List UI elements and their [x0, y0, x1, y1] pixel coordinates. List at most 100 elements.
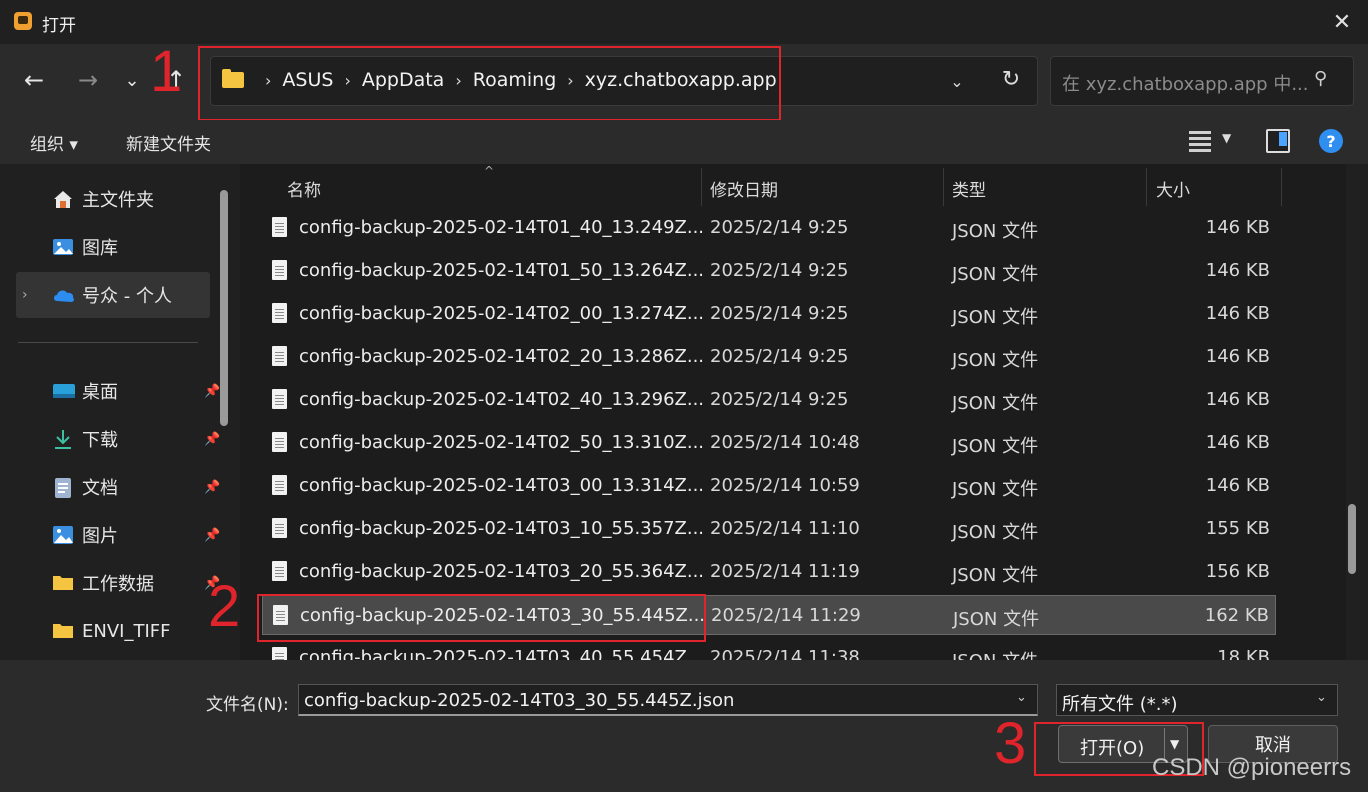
view-options-icon[interactable]	[1186, 128, 1214, 154]
file-list-scrollbar[interactable]	[1348, 504, 1356, 574]
file-size: 146 KB	[1205, 217, 1270, 238]
preview-pane-icon[interactable]	[1266, 129, 1290, 153]
sidebar-item-envi-tiff[interactable]: ENVI_TIFF	[16, 609, 210, 653]
help-button[interactable]: ?	[1319, 129, 1343, 153]
file-row[interactable]: config-backup-2025-02-14T02_50_13.310Z..…	[262, 423, 1276, 463]
new-folder-button[interactable]: 新建文件夹	[126, 130, 211, 155]
file-date: 2025/2/14 11:10	[710, 518, 860, 539]
file-row[interactable]: config-backup-2025-02-14T02_20_13.286Z..…	[262, 337, 1276, 377]
file-row[interactable]: config-backup-2025-02-14T02_00_13.274Z..…	[262, 294, 1276, 334]
file-name: config-backup-2025-02-14T03_10_55.357Z..…	[299, 518, 705, 539]
sidebar-item-label: 图库	[82, 238, 118, 259]
watermark: CSDN @pioneerrs	[1152, 754, 1352, 781]
sidebar-item-onedrive[interactable]: › 号众 - 个人	[16, 272, 210, 318]
folder-icon	[52, 573, 74, 593]
file-name: config-backup-2025-02-14T03_20_55.364Z..…	[299, 561, 705, 582]
file-icon	[272, 518, 287, 538]
search-icon[interactable]: ⚲	[1314, 68, 1327, 89]
file-row[interactable]: config-backup-2025-02-14T03_20_55.364Z..…	[262, 552, 1276, 592]
app-icon	[14, 12, 32, 30]
recent-locations-button[interactable]: ⌄	[114, 62, 150, 98]
pin-icon[interactable]: 📌	[204, 432, 220, 447]
file-date: 2025/2/14 11:29	[711, 605, 861, 626]
file-row[interactable]: config-backup-2025-02-14T03_00_13.314Z..…	[262, 466, 1276, 506]
column-divider[interactable]	[1146, 168, 1147, 206]
file-row[interactable]: config-backup-2025-02-14T01_40_13.249Z..…	[262, 208, 1276, 248]
column-header-type[interactable]: 类型	[952, 176, 986, 201]
file-row[interactable]: config-backup-2025-02-14T01_50_13.264Z..…	[262, 251, 1276, 291]
file-name: config-backup-2025-02-14T02_20_13.286Z..…	[299, 346, 705, 367]
sidebar-item-label: 下载	[82, 430, 118, 451]
file-icon	[272, 260, 287, 280]
column-divider[interactable]	[943, 168, 944, 206]
chevron-right-icon[interactable]: ›	[22, 287, 28, 303]
chevron-down-icon[interactable]: ⌄	[1016, 690, 1027, 705]
column-header-size[interactable]: 大小	[1156, 176, 1190, 201]
file-size: 146 KB	[1205, 303, 1270, 324]
file-icon	[272, 475, 287, 495]
file-row[interactable]: config-backup-2025-02-14T02_40_13.296Z..…	[262, 380, 1276, 420]
onedrive-icon	[52, 285, 75, 305]
sort-icon: ^	[484, 164, 495, 178]
file-date: 2025/2/14 9:25	[710, 389, 849, 410]
file-date: 2025/2/14 11:19	[710, 561, 860, 582]
annotation-number-3: 3	[994, 711, 1027, 776]
file-name: config-backup-2025-02-14T03_00_13.314Z..…	[299, 475, 705, 496]
file-type: JSON 文件	[952, 393, 1039, 414]
chevron-down-icon[interactable]: ⌄	[1316, 690, 1327, 705]
sidebar-item-work-data[interactable]: 工作数据 📌	[16, 561, 220, 605]
organize-button[interactable]: 组织 ▾	[30, 130, 78, 155]
file-type: JSON 文件	[952, 264, 1039, 285]
sidebar-item-pictures[interactable]: 图片 📌	[16, 513, 220, 557]
sidebar-item-home[interactable]: 主文件夹	[16, 177, 210, 221]
file-type: JSON 文件	[952, 647, 1038, 660]
file-type: JSON 文件	[952, 350, 1039, 371]
annotation-number-2: 2	[208, 574, 241, 639]
filename-value[interactable]: config-backup-2025-02-14T03_30_55.445Z.j…	[304, 690, 734, 711]
column-header-date[interactable]: 修改日期	[710, 176, 778, 201]
refresh-button[interactable]: ↻	[996, 64, 1026, 94]
forward-button[interactable]: →	[70, 62, 106, 98]
file-size: 146 KB	[1205, 346, 1270, 367]
file-size: 146 KB	[1205, 389, 1270, 410]
caret-down-icon[interactable]: ▼	[1222, 131, 1231, 145]
file-icon	[272, 217, 287, 237]
file-size: 156 KB	[1205, 561, 1270, 582]
divider	[18, 342, 198, 343]
sidebar-item-documents[interactable]: 文档 📌	[16, 465, 220, 509]
file-type: JSON 文件	[952, 307, 1039, 328]
sidebar-scrollbar[interactable]	[220, 190, 228, 426]
sidebar-item-gallery[interactable]: 图库	[16, 225, 210, 269]
filetype-value: 所有文件 (*.*)	[1062, 694, 1178, 715]
file-type: JSON 文件	[953, 609, 1040, 630]
column-header-name[interactable]: 名称	[287, 176, 321, 201]
column-divider[interactable]	[1281, 168, 1282, 206]
sidebar-item-label: 号众 - 个人	[82, 286, 172, 307]
file-date: 2025/2/14 9:25	[710, 346, 849, 367]
title-bar	[0, 0, 1368, 44]
folder-icon	[52, 621, 74, 641]
sidebar-item-label: ENVI_TIFF	[82, 620, 171, 642]
pin-icon[interactable]: 📌	[204, 384, 220, 399]
file-icon	[272, 432, 287, 452]
column-divider[interactable]	[701, 168, 702, 206]
close-button[interactable]: ✕	[1320, 4, 1364, 40]
file-name: config-backup-2025-02-14T02_00_13.274Z..…	[299, 303, 705, 324]
file-icon	[272, 389, 287, 409]
file-size: 155 KB	[1205, 518, 1270, 539]
pin-icon[interactable]: 📌	[204, 528, 220, 543]
chevron-down-icon[interactable]: ⌄	[942, 66, 972, 96]
file-size: 146 KB	[1205, 260, 1270, 281]
back-button[interactable]: ←	[16, 62, 52, 98]
filename-label: 文件名(N):	[206, 695, 289, 715]
file-row[interactable]: config-backup-2025-02-14T03_10_55.357Z..…	[262, 509, 1276, 549]
pictures-icon	[52, 525, 74, 545]
sidebar-item-desktop[interactable]: 桌面 📌	[16, 369, 220, 413]
file-type: JSON 文件	[952, 479, 1039, 500]
sidebar-item-downloads[interactable]: 下载 📌	[16, 417, 220, 461]
download-icon	[52, 429, 74, 449]
file-date: 2025/2/14 10:59	[710, 475, 860, 496]
file-type: JSON 文件	[952, 565, 1039, 586]
pin-icon[interactable]: 📌	[204, 480, 220, 495]
gallery-icon	[52, 237, 74, 257]
